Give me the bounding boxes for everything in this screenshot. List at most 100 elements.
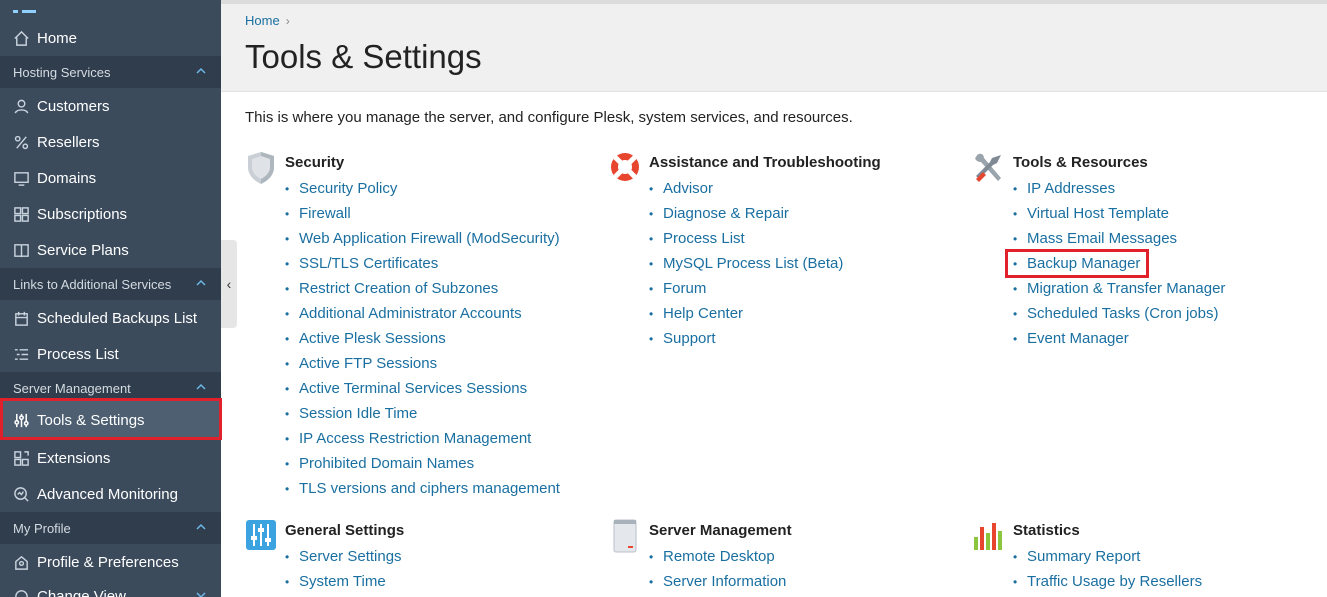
link-ip-access-restriction[interactable]: IP Access Restriction Management xyxy=(285,430,560,455)
link-security-policy[interactable]: Security Policy xyxy=(285,180,560,205)
sidebar-item-home[interactable]: Home xyxy=(0,20,221,56)
server-links: Remote Desktop Server Information xyxy=(649,548,786,597)
link-virtual-host-template[interactable]: Virtual Host Template xyxy=(1013,205,1225,230)
sidebar-group-label: Links to Additional Services xyxy=(13,276,172,292)
link-remote-desktop[interactable]: Remote Desktop xyxy=(649,548,786,573)
link-diagnose-repair[interactable]: Diagnose & Repair xyxy=(649,205,843,230)
link-web-app-firewall[interactable]: Web Application Firewall (ModSecurity) xyxy=(285,230,560,255)
link-active-ftp-sessions[interactable]: Active FTP Sessions xyxy=(285,355,560,380)
intro-text: This is where you manage the server, and… xyxy=(245,109,853,126)
link-server-information[interactable]: Server Information xyxy=(649,573,786,597)
chevron-down-icon xyxy=(196,592,206,597)
sidebar-item-label: Subscriptions xyxy=(37,205,128,223)
sidebar-item-label: Extensions xyxy=(37,449,111,467)
sidebar-item-label: Tools & Settings xyxy=(37,411,145,429)
shield-icon xyxy=(248,152,274,184)
link-help-center[interactable]: Help Center xyxy=(649,305,843,330)
link-system-time[interactable]: System Time xyxy=(285,573,402,597)
extensions-icon xyxy=(12,449,30,467)
breadcrumb-separator-icon: › xyxy=(285,13,290,28)
security-links: Security Policy Firewall Web Application… xyxy=(285,180,560,505)
sidebar-item-label: Home xyxy=(37,29,78,47)
sidebar-item-tools-settings[interactable]: Tools & Settings xyxy=(0,401,221,439)
sidebar-item-service-plans[interactable]: Service Plans xyxy=(0,232,221,268)
page-title: Tools & Settings xyxy=(245,38,482,75)
book-icon xyxy=(12,241,30,259)
sidebar-group-label: My Profile xyxy=(13,520,71,536)
section-security: Security Security Policy Firewall Web Ap… xyxy=(245,151,585,501)
sidebar: Home Hosting Services Customers Reseller… xyxy=(0,0,221,597)
link-server-settings[interactable]: Server Settings xyxy=(285,548,402,573)
link-scheduled-tasks[interactable]: Scheduled Tasks (Cron jobs) xyxy=(1013,305,1225,330)
sidebar-group-server-management[interactable]: Server Management xyxy=(0,372,221,404)
sidebar-item-label: Scheduled Backups List xyxy=(37,309,198,327)
grid-icon xyxy=(12,205,30,223)
chevron-up-icon xyxy=(196,383,206,390)
link-firewall[interactable]: Firewall xyxy=(285,205,560,230)
sidebar-item-customers[interactable]: Customers xyxy=(0,88,221,124)
section-server-management: Server Management Remote Desktop Server … xyxy=(609,519,949,597)
view-icon xyxy=(12,587,30,597)
general-links: Server Settings System Time xyxy=(285,548,402,597)
sidebar-group-my-profile[interactable]: My Profile xyxy=(0,512,221,544)
lifebuoy-icon xyxy=(611,153,639,181)
sidebar-item-label: Change View xyxy=(37,587,126,597)
link-ip-addresses[interactable]: IP Addresses xyxy=(1013,180,1225,205)
sidebar-group-label: Server Management xyxy=(13,380,131,396)
link-support[interactable]: Support xyxy=(649,330,843,355)
chevron-up-icon xyxy=(196,67,206,74)
sidebar-item-scheduled-backups[interactable]: Scheduled Backups List xyxy=(0,300,221,336)
link-backup-manager[interactable]: Backup Manager xyxy=(1013,255,1225,280)
link-traffic-usage-resellers[interactable]: Traffic Usage by Resellers xyxy=(1013,573,1202,597)
section-title: Tools & Resources xyxy=(1013,154,1148,171)
link-summary-report[interactable]: Summary Report xyxy=(1013,548,1202,573)
sidebar-group-hosting-services[interactable]: Hosting Services xyxy=(0,56,221,88)
statistics-links: Summary Report Traffic Usage by Reseller… xyxy=(1013,548,1202,597)
sidebar-item-label: Resellers xyxy=(37,133,100,151)
sidebar-item-resellers[interactable]: Resellers xyxy=(0,124,221,160)
link-active-terminal-sessions[interactable]: Active Terminal Services Sessions xyxy=(285,380,560,405)
link-ssl-tls-certificates[interactable]: SSL/TLS Certificates xyxy=(285,255,560,280)
sidebar-item-advanced-monitoring[interactable]: Advanced Monitoring xyxy=(0,476,221,512)
link-forum[interactable]: Forum xyxy=(649,280,843,305)
monitoring-icon xyxy=(12,485,30,503)
link-advisor[interactable]: Advisor xyxy=(649,180,843,205)
link-tls-versions-ciphers[interactable]: TLS versions and ciphers management xyxy=(285,480,560,505)
section-title: Security xyxy=(285,154,345,171)
settings-sliders-icon xyxy=(246,520,276,550)
link-restrict-subzones[interactable]: Restrict Creation of Subzones xyxy=(285,280,560,305)
section-title: Assistance and Troubleshooting xyxy=(649,154,881,171)
link-mass-email-messages[interactable]: Mass Email Messages xyxy=(1013,230,1225,255)
link-prohibited-domain-names[interactable]: Prohibited Domain Names xyxy=(285,455,560,480)
bar-chart-icon xyxy=(974,523,1002,550)
backup-icon xyxy=(12,309,30,327)
assistance-links: Advisor Diagnose & Repair Process List M… xyxy=(649,180,843,355)
sidebar-group-links[interactable]: Links to Additional Services xyxy=(0,268,221,300)
breadcrumb-home-link[interactable]: Home xyxy=(245,13,280,28)
sidebar-item-domains[interactable]: Domains xyxy=(0,160,221,196)
link-additional-admin-accounts[interactable]: Additional Administrator Accounts xyxy=(285,305,560,330)
section-assistance: Assistance and Troubleshooting Advisor D… xyxy=(609,151,949,351)
link-mysql-process-list[interactable]: MySQL Process List (Beta) xyxy=(649,255,843,280)
sidebar-item-extensions[interactable]: Extensions xyxy=(0,440,221,476)
link-event-manager[interactable]: Event Manager xyxy=(1013,330,1225,355)
home-icon xyxy=(12,29,30,47)
link-process-list[interactable]: Process List xyxy=(649,230,843,255)
section-statistics: Statistics Summary Report Traffic Usage … xyxy=(973,519,1313,597)
sliders-icon xyxy=(12,411,30,429)
link-active-plesk-sessions[interactable]: Active Plesk Sessions xyxy=(285,330,560,355)
sidebar-collapse-button[interactable]: ‹ xyxy=(221,240,237,328)
tools-icon xyxy=(975,153,1001,182)
sidebar-item-label: Profile & Preferences xyxy=(37,553,179,571)
link-session-idle-time[interactable]: Session Idle Time xyxy=(285,405,560,430)
section-title: Statistics xyxy=(1013,522,1080,539)
sidebar-item-subscriptions[interactable]: Subscriptions xyxy=(0,196,221,232)
section-tools-resources: Tools & Resources IP Addresses Virtual H… xyxy=(973,151,1313,351)
profile-icon xyxy=(12,553,30,571)
sidebar-item-change-view[interactable]: Change View xyxy=(0,578,221,597)
sidebar-item-process-list[interactable]: Process List xyxy=(0,336,221,372)
sidebar-item-profile-preferences[interactable]: Profile & Preferences xyxy=(0,544,221,580)
link-migration-transfer-manager[interactable]: Migration & Transfer Manager xyxy=(1013,280,1225,305)
chevron-up-icon xyxy=(196,523,206,530)
percent-icon xyxy=(12,133,30,151)
